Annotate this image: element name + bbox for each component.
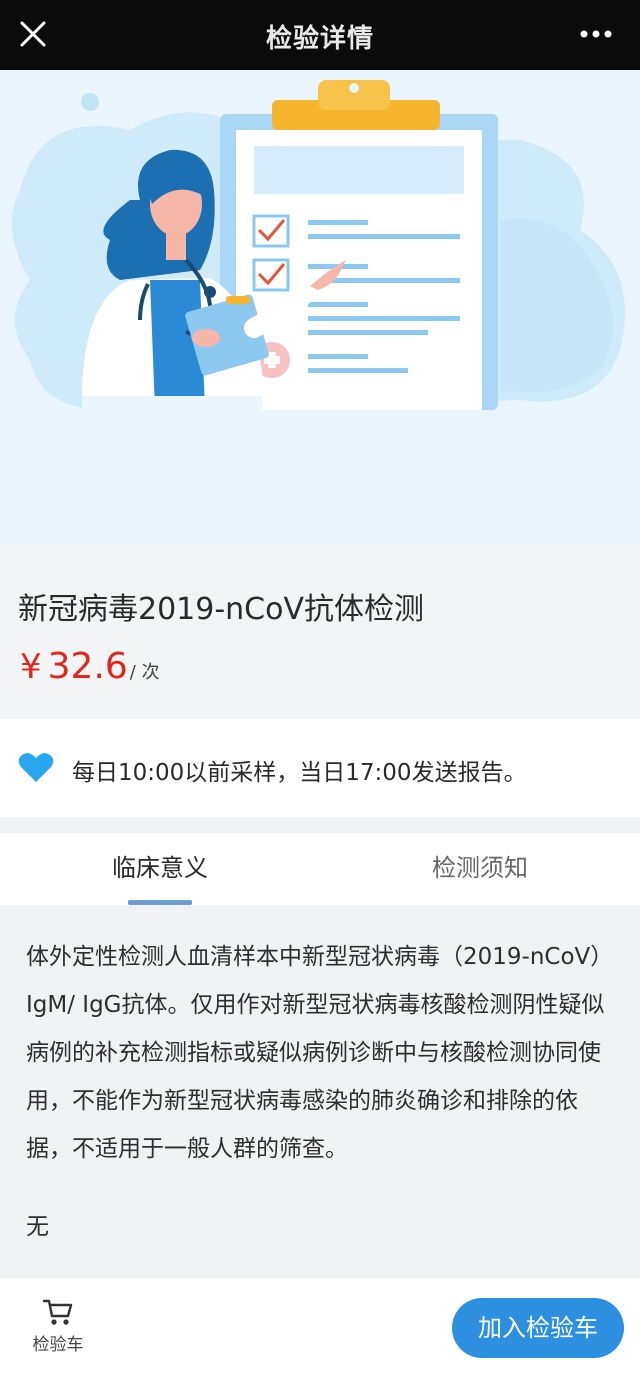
cart-label: 检验车 [32,1335,84,1355]
more-dots-icon[interactable] [578,22,618,46]
price-unit: / 次 [129,662,160,683]
tab-test-notes[interactable]: 检测须知 [320,833,640,905]
cart-icon [42,1299,73,1325]
product-name: 新冠病毒2019-nCoV抗体检测 [18,592,425,627]
cart-button[interactable]: 检验车 [22,1298,94,1358]
tab-bar: 临床意义 检测须知 [0,833,640,905]
price-amount: 32.6 [47,646,128,687]
tab-content: 体外定性检测人血清样本中新型冠状病毒（2019-nCoV）IgM/ IgG抗体。… [0,905,640,1278]
currency-symbol: ¥ [20,647,42,687]
price: ¥32.6/ 次 [20,646,160,687]
top-bar: 检验详情 [0,0,640,70]
extra-note: 无 [26,1214,49,1240]
page-title: 检验详情 [265,24,374,54]
heart-icon [18,751,54,783]
tab-label: 临床意义 [112,854,208,882]
notice-text: 每日10:00以前采样，当日17:00发送报告。 [72,760,527,786]
product-info: 新冠病毒2019-nCoV抗体检测 ¥32.6/ 次 [0,544,640,719]
bottom-bar: 检验车 加入检验车 [0,1278,640,1374]
tab-label: 检测须知 [432,854,528,882]
schedule-notice: 每日10:00以前采样，当日17:00发送报告。 [0,719,640,817]
add-to-cart-button[interactable]: 加入检验车 [452,1298,624,1358]
clinical-description: 体外定性检测人血清样本中新型冠状病毒（2019-nCoV）IgM/ IgG抗体。… [26,944,614,1162]
hero-illustration [0,70,640,544]
tab-clinical-significance[interactable]: 临床意义 [0,833,320,905]
